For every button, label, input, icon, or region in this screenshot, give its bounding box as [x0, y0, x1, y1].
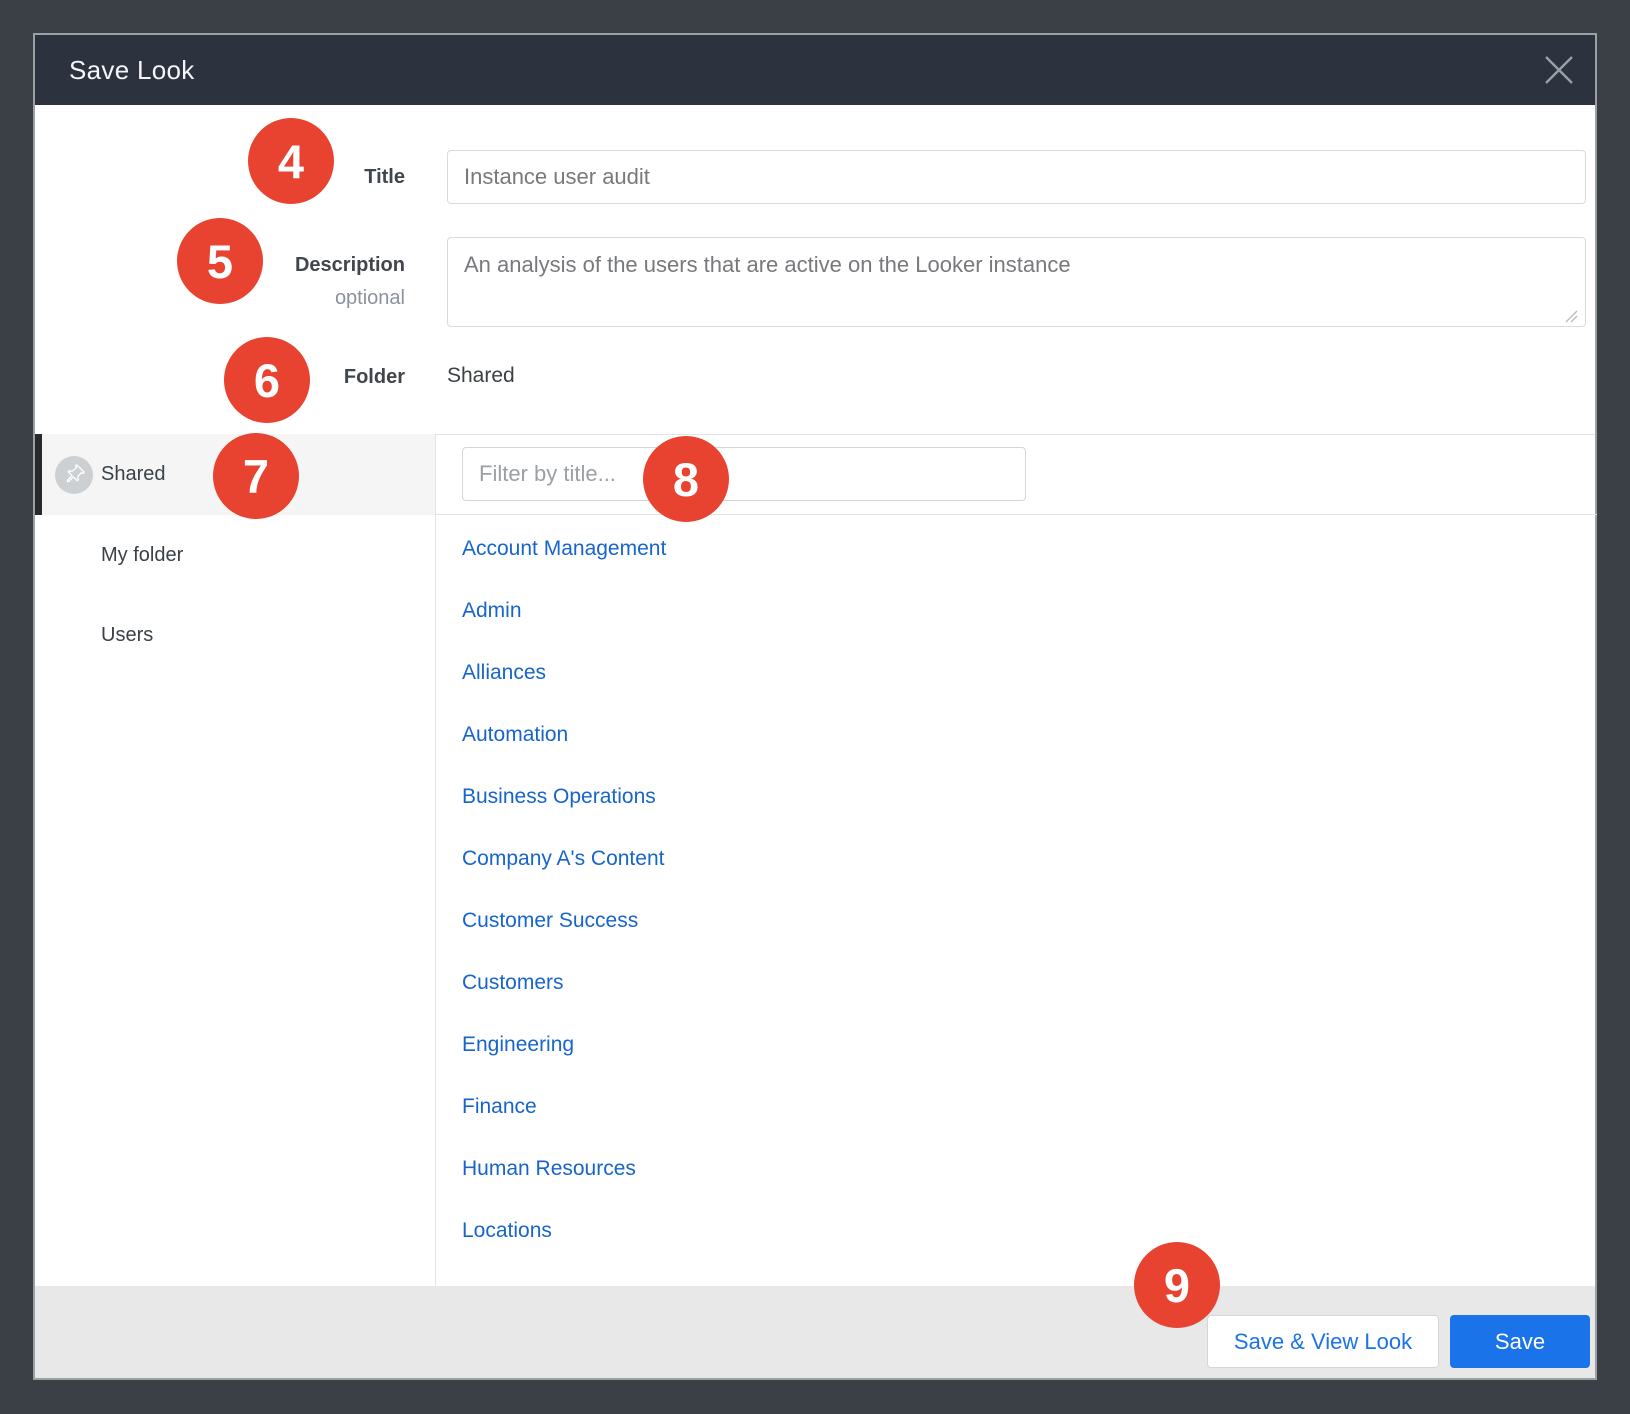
annotation-badge-4: 4	[248, 118, 334, 204]
screenshot-root: Save Look Title Description optional An …	[0, 0, 1630, 1414]
folder-link[interactable]: Customers	[462, 952, 564, 1014]
folder-link[interactable]: Engineering	[462, 1014, 574, 1076]
folder-link[interactable]: Admin	[462, 580, 522, 642]
close-icon	[1541, 52, 1577, 88]
folder-link[interactable]: Human Resources	[462, 1138, 636, 1200]
sidebar-item-label: Shared	[101, 463, 166, 486]
title-label: Title	[35, 165, 405, 189]
save-look-dialog: Save Look Title Description optional An …	[33, 33, 1597, 1380]
folder-link[interactable]: Finance	[462, 1076, 537, 1138]
dialog-title: Save Look	[69, 55, 195, 86]
folder-value: Shared	[447, 364, 515, 388]
description-textarea[interactable]: An analysis of the users that are active…	[447, 237, 1586, 327]
annotation-badge-9: 9	[1134, 1242, 1220, 1328]
folder-link[interactable]: Account Management	[462, 518, 666, 580]
sidebar-item-my-folder[interactable]: My folder	[35, 515, 435, 595]
folder-link[interactable]: Alliances	[462, 642, 546, 704]
annotation-badge-6: 6	[224, 337, 310, 423]
folder-link[interactable]: Locations	[462, 1200, 552, 1262]
filter-section	[436, 434, 1597, 515]
pushpin-icon-circle	[55, 456, 93, 494]
save-and-view-look-button[interactable]: Save & View Look	[1207, 1315, 1439, 1368]
sidebar-item-users[interactable]: Users	[35, 595, 435, 675]
filter-by-title-input[interactable]	[462, 447, 1026, 501]
dialog-header: Save Look	[35, 35, 1595, 105]
dialog-footer: Save & View Look Save	[35, 1286, 1595, 1378]
title-input[interactable]	[447, 150, 1586, 204]
folder-link[interactable]: Company A's Content	[462, 828, 664, 890]
sidebar-item-label: My folder	[101, 544, 183, 567]
selected-accent-bar	[35, 434, 42, 515]
folder-list: Account ManagementAdminAlliancesAutomati…	[436, 516, 1597, 1286]
sidebar-item-label: Users	[101, 624, 153, 647]
folder-link[interactable]: Customer Success	[462, 890, 638, 952]
annotation-badge-7: 7	[213, 433, 299, 519]
pushpin-icon	[63, 464, 85, 486]
folder-link[interactable]: Business Operations	[462, 766, 656, 828]
close-button[interactable]	[1537, 48, 1581, 92]
annotation-badge-8: 8	[643, 436, 729, 522]
folder-link[interactable]: Automation	[462, 704, 568, 766]
save-button[interactable]: Save	[1450, 1315, 1590, 1368]
folder-label: Folder	[35, 365, 405, 389]
annotation-badge-5: 5	[177, 218, 263, 304]
